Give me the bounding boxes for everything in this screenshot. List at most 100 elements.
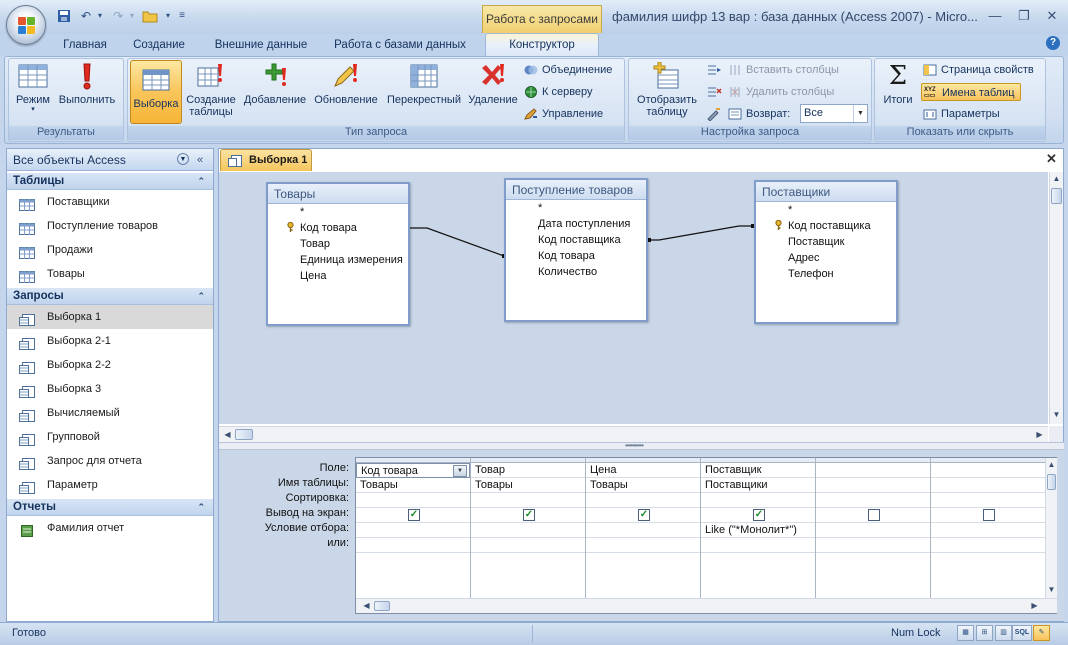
office-button[interactable] xyxy=(6,5,46,45)
show-checkbox[interactable] xyxy=(983,509,995,521)
nav-item-report-surname[interactable]: Фамилия отчет xyxy=(7,516,213,540)
grid-cell-sort[interactable] xyxy=(931,493,1045,508)
customize-qat-icon[interactable]: ≡ xyxy=(174,9,190,23)
grid-cell-criteria[interactable] xyxy=(471,523,585,538)
property-sheet-button[interactable]: Страница свойств xyxy=(921,61,1043,79)
select-query-button[interactable]: Выборка xyxy=(130,60,182,124)
grid-cell-field[interactable]: Цена xyxy=(586,463,700,478)
grid-cell-criteria[interactable] xyxy=(931,523,1045,538)
grid-cell-field[interactable]: Товар xyxy=(471,463,585,478)
make-table-button[interactable]: Создание таблицы xyxy=(183,62,239,124)
grid-cell-table[interactable]: Товары xyxy=(356,478,470,493)
field-list-receipts[interactable]: Поступление товаров * Дата поступления К… xyxy=(504,178,648,322)
grid-cell-table[interactable] xyxy=(931,478,1045,493)
scroll-right-icon[interactable]: ▶ xyxy=(1028,599,1041,613)
grid-cell-or[interactable] xyxy=(586,538,700,553)
save-icon[interactable] xyxy=(56,9,72,23)
chevron-down-icon[interactable]: ▼ xyxy=(453,465,467,477)
insert-columns-button[interactable]: Вставить столбцы xyxy=(726,61,870,79)
union-button[interactable]: Объединение xyxy=(522,61,622,79)
field-list-goods[interactable]: Товары * Код товара Товар Единица измере… xyxy=(266,182,410,326)
grid-cell-show[interactable] xyxy=(816,508,930,523)
crosstab-button[interactable]: Перекрестный xyxy=(383,62,465,124)
grid-cell-field[interactable]: Поставщик xyxy=(701,463,815,478)
builder-icon[interactable] xyxy=(706,107,722,122)
grid-cell-show[interactable]: ✓ xyxy=(356,508,470,523)
field-item[interactable]: Код товара xyxy=(300,222,357,234)
scroll-down-icon[interactable]: ▼ xyxy=(1046,583,1057,597)
tab-home[interactable]: Главная xyxy=(54,36,116,55)
design-vertical-scrollbar[interactable]: ▲ ▼ xyxy=(1049,172,1063,424)
nav-pane-header[interactable]: Все объекты Access ▼ « xyxy=(7,149,213,171)
field-item[interactable]: Код товара xyxy=(538,250,595,262)
design-view-icon[interactable]: ✎ xyxy=(1033,625,1050,641)
grid-cell-criteria[interactable] xyxy=(356,523,470,538)
grid-cell-criteria[interactable]: Like ("*Монолит*") xyxy=(701,523,815,538)
field-item[interactable]: Дата поступления xyxy=(538,218,630,230)
open-folder-icon[interactable] xyxy=(142,9,158,23)
grid-cell-field[interactable]: Код товара ▼ xyxy=(356,463,470,478)
scroll-thumb[interactable] xyxy=(374,601,390,611)
field-item[interactable]: Единица измерения xyxy=(300,254,403,266)
shutter-bar-close-icon[interactable]: « xyxy=(197,149,203,171)
tab-database-tools[interactable]: Работа с базами данных xyxy=(328,36,472,55)
grid-cell-criteria[interactable] xyxy=(586,523,700,538)
table-names-button[interactable]: XYZ ▭▭ Имена таблиц xyxy=(921,83,1021,101)
scroll-left-icon[interactable]: ◀ xyxy=(360,599,373,613)
field-item[interactable]: * xyxy=(788,204,792,216)
scroll-right-icon[interactable]: ▶ xyxy=(1033,428,1046,442)
close-document-icon[interactable]: ✕ xyxy=(1046,151,1057,167)
nav-item-query-parameter[interactable]: Параметр xyxy=(7,473,213,497)
pane-splitter[interactable]: •••••••••• xyxy=(219,442,1064,450)
delete-rows-icon[interactable] xyxy=(706,85,722,99)
datasheet-view-icon[interactable]: ▦ xyxy=(957,625,974,641)
nav-item-query-select-3[interactable]: Выборка 3 xyxy=(7,377,213,401)
nav-item-table-receipts[interactable]: Поступление товаров xyxy=(7,214,213,238)
pass-through-button[interactable]: К серверу xyxy=(522,83,622,101)
delete-columns-button[interactable]: Удалить столбцы xyxy=(726,83,870,101)
show-table-button[interactable]: Отобразить таблицу xyxy=(632,61,702,124)
tab-external-data[interactable]: Внешние данные xyxy=(207,36,315,55)
nav-category-tables[interactable]: Таблицы ⌃ xyxy=(7,173,213,190)
nav-category-reports[interactable]: Отчеты ⌃ xyxy=(7,499,213,516)
field-item[interactable]: Адрес xyxy=(788,252,820,264)
return-select[interactable]: Все ▼ xyxy=(800,104,868,123)
nav-item-query-select-1[interactable]: Выборка 1 xyxy=(7,305,213,329)
field-item[interactable]: * xyxy=(538,202,542,214)
grid-cell-show[interactable] xyxy=(931,508,1045,523)
run-button[interactable]: Выполнить xyxy=(55,62,119,124)
grid-cell-or[interactable] xyxy=(471,538,585,553)
pivot-table-view-icon[interactable]: ⊞ xyxy=(976,625,993,641)
grid-cell-sort[interactable] xyxy=(471,493,585,508)
nav-category-queries[interactable]: Запросы ⌃ xyxy=(7,288,213,305)
redo-dropdown-icon[interactable]: ▾ xyxy=(124,9,140,23)
grid-cell-show[interactable]: ✓ xyxy=(701,508,815,523)
scroll-thumb[interactable] xyxy=(1051,188,1062,204)
grid-cell-criteria[interactable] xyxy=(816,523,930,538)
grid-cell-or[interactable] xyxy=(701,538,815,553)
pivot-chart-view-icon[interactable]: ▥ xyxy=(995,625,1012,641)
field-item[interactable]: * xyxy=(300,206,304,218)
nav-item-query-calculated[interactable]: Вычисляемый xyxy=(7,401,213,425)
grid-cell-sort[interactable] xyxy=(701,493,815,508)
delete-query-button[interactable]: Удаление xyxy=(465,62,521,124)
field-list-title[interactable]: Поставщики xyxy=(756,182,896,202)
grid-cell-table[interactable]: Товары xyxy=(586,478,700,493)
grid-cell-show[interactable]: ✓ xyxy=(471,508,585,523)
nav-item-query-select-2-1[interactable]: Выборка 2-1 xyxy=(7,329,213,353)
nav-item-query-for-report[interactable]: Запрос для отчета xyxy=(7,449,213,473)
grid-cell-sort[interactable] xyxy=(356,493,470,508)
insert-rows-icon[interactable] xyxy=(706,63,722,77)
scroll-up-icon[interactable]: ▲ xyxy=(1050,172,1063,186)
grid-cell-field[interactable] xyxy=(816,463,930,478)
tab-design[interactable]: Конструктор xyxy=(485,33,599,57)
update-button[interactable]: Обновление xyxy=(311,62,381,124)
nav-item-table-sales[interactable]: Продажи xyxy=(7,238,213,262)
sql-view-button[interactable]: SQL xyxy=(1012,625,1032,641)
nav-item-table-suppliers[interactable]: Поставщики xyxy=(7,190,213,214)
field-item[interactable]: Поставщик xyxy=(788,236,844,248)
grid-cell-or[interactable] xyxy=(816,538,930,553)
grid-horizontal-scrollbar[interactable]: ◀ ▶ xyxy=(356,598,1057,613)
scroll-up-icon[interactable]: ▲ xyxy=(1046,458,1057,472)
show-checkbox[interactable]: ✓ xyxy=(523,509,535,521)
